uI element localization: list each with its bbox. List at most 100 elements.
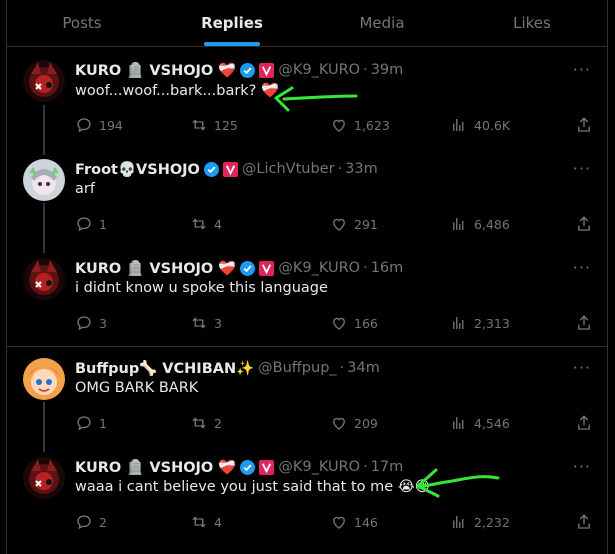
views-button[interactable]: 6,486 — [450, 215, 510, 233]
views-button[interactable]: 40.6K — [450, 116, 510, 134]
vshojo-badge-icon — [259, 62, 275, 78]
repost-button[interactable]: 3 — [190, 314, 222, 332]
more-options-icon[interactable]: ··· — [573, 60, 591, 79]
display-name[interactable]: Buffpup🦴 VCHIBAN✨ — [75, 360, 254, 377]
tab-media[interactable]: Media — [307, 0, 457, 46]
handle[interactable]: @K9_KURO — [278, 62, 360, 78]
vshojo-badge-icon — [259, 260, 275, 276]
vshojo-badge-icon — [259, 459, 275, 475]
post-text: woof...woof...bark...bark? ❤️‍🩹 — [75, 83, 280, 99]
handle[interactable]: @K9_KURO — [278, 459, 360, 475]
separator-dot: · — [363, 459, 368, 475]
share-button[interactable] — [575, 215, 593, 233]
post-actions: 1 2 209 4,546 — [75, 414, 595, 432]
view-count: 6,486 — [474, 216, 510, 232]
handle[interactable]: @K9_KURO — [278, 260, 360, 276]
views-icon — [453, 119, 464, 131]
like-count: 146 — [354, 514, 378, 530]
repost-count: 2 — [214, 415, 222, 431]
view-count: 40.6K — [474, 117, 511, 133]
verified-icon — [203, 161, 219, 177]
repost-button[interactable]: 4 — [190, 215, 222, 233]
views-button[interactable]: 2,313 — [450, 314, 510, 332]
like-button[interactable]: 146 — [330, 513, 378, 531]
share-button[interactable] — [575, 414, 593, 432]
reply-count: 2 — [99, 514, 107, 530]
like-button[interactable]: 166 — [330, 314, 378, 332]
post-header: Buffpup🦴 VCHIBAN✨ @Buffpup_ · 34m — [75, 358, 380, 378]
post-0[interactable]: KURO 🪦 VSHOJO ❤️‍🩹 @K9_KURO · 39m ··· wo… — [7, 48, 607, 148]
heart-icon — [333, 119, 345, 132]
repost-count: 4 — [214, 216, 222, 232]
handle[interactable]: @LichVtuber — [242, 161, 335, 177]
display-name[interactable]: KURO 🪦 VSHOJO ❤️‍🩹 — [75, 62, 236, 79]
tab-label: Posts — [62, 14, 102, 32]
heart-icon — [333, 516, 345, 529]
repost-button[interactable]: 125 — [190, 116, 238, 134]
reply-button[interactable]: 2 — [75, 513, 107, 531]
verified-icon — [240, 62, 256, 78]
tab-label: Likes — [513, 14, 551, 32]
post-actions: 1 4 291 6,486 — [75, 215, 595, 233]
post-actions: 194 125 1,623 40.6K — [75, 116, 595, 134]
repost-count: 125 — [214, 117, 238, 133]
reply-button[interactable]: 194 — [75, 116, 123, 134]
reply-icon — [77, 217, 91, 232]
handle[interactable]: @Buffpup_ — [258, 360, 336, 376]
post-actions: 2 4 146 2,232 — [75, 513, 595, 531]
avatar-kuro[interactable] — [23, 258, 65, 300]
post-4[interactable]: KURO 🪦 VSHOJO ❤️‍🩹 @K9_KURO · 17m ··· wa… — [7, 445, 607, 554]
avatar-kuro[interactable] — [23, 60, 65, 102]
share-button[interactable] — [575, 513, 593, 531]
separator-dot: · — [363, 260, 368, 276]
views-icon — [453, 516, 464, 528]
like-count: 1,623 — [354, 117, 390, 133]
avatar-froot[interactable] — [23, 159, 65, 201]
post-2[interactable]: KURO 🪦 VSHOJO ❤️‍🩹 @K9_KURO · 16m ··· i … — [7, 246, 607, 346]
display-name[interactable]: Froot💀VSHOJO — [75, 161, 200, 178]
views-icon — [453, 218, 464, 230]
reply-count: 194 — [99, 117, 123, 133]
display-name[interactable]: KURO 🪦 VSHOJO ❤️‍🩹 — [75, 459, 236, 476]
reply-icon — [77, 416, 91, 431]
tab-likes[interactable]: Likes — [457, 0, 607, 46]
post-header: KURO 🪦 VSHOJO ❤️‍🩹 @K9_KURO · 16m — [75, 258, 403, 278]
share-icon — [578, 216, 590, 231]
avatar-buffpup[interactable] — [23, 358, 65, 400]
more-options-icon[interactable]: ··· — [573, 457, 591, 476]
reply-button[interactable]: 1 — [75, 215, 107, 233]
timestamp[interactable]: 39m — [371, 62, 404, 78]
heart-icon — [333, 317, 345, 330]
post-text: arf — [75, 181, 95, 197]
post-3[interactable]: Buffpup🦴 VCHIBAN✨ @Buffpup_ · 34m ··· OM… — [7, 346, 607, 446]
view-count: 2,232 — [474, 514, 510, 530]
reply-button[interactable]: 1 — [75, 414, 107, 432]
like-button[interactable]: 209 — [330, 414, 378, 432]
views-button[interactable]: 4,546 — [450, 414, 510, 432]
repost-button[interactable]: 4 — [190, 513, 222, 531]
repost-icon — [192, 417, 206, 429]
display-name[interactable]: KURO 🪦 VSHOJO ❤️‍🩹 — [75, 260, 236, 277]
timestamp[interactable]: 34m — [347, 360, 380, 376]
reply-button[interactable]: 3 — [75, 314, 107, 332]
post-1[interactable]: Froot💀VSHOJO @LichVtuber · 33m ··· arf 1… — [7, 147, 607, 247]
repost-count: 4 — [214, 514, 222, 530]
share-icon — [578, 514, 590, 529]
views-button[interactable]: 2,232 — [450, 513, 510, 531]
share-button[interactable] — [575, 314, 593, 332]
tab-posts[interactable]: Posts — [7, 0, 157, 46]
share-button[interactable] — [575, 116, 593, 134]
timestamp[interactable]: 33m — [345, 161, 378, 177]
separator-dot: · — [337, 161, 343, 177]
more-options-icon[interactable]: ··· — [573, 358, 591, 377]
more-options-icon[interactable]: ··· — [573, 258, 591, 277]
more-options-icon[interactable]: ··· — [573, 159, 591, 178]
timestamp[interactable]: 16m — [371, 260, 404, 276]
tab-label: Replies — [201, 14, 263, 32]
avatar-kuro[interactable] — [23, 457, 65, 499]
timestamp[interactable]: 17m — [371, 459, 404, 475]
repost-button[interactable]: 2 — [190, 414, 222, 432]
like-button[interactable]: 1,623 — [330, 116, 390, 134]
like-button[interactable]: 291 — [330, 215, 378, 233]
tab-replies[interactable]: Replies — [157, 0, 307, 46]
